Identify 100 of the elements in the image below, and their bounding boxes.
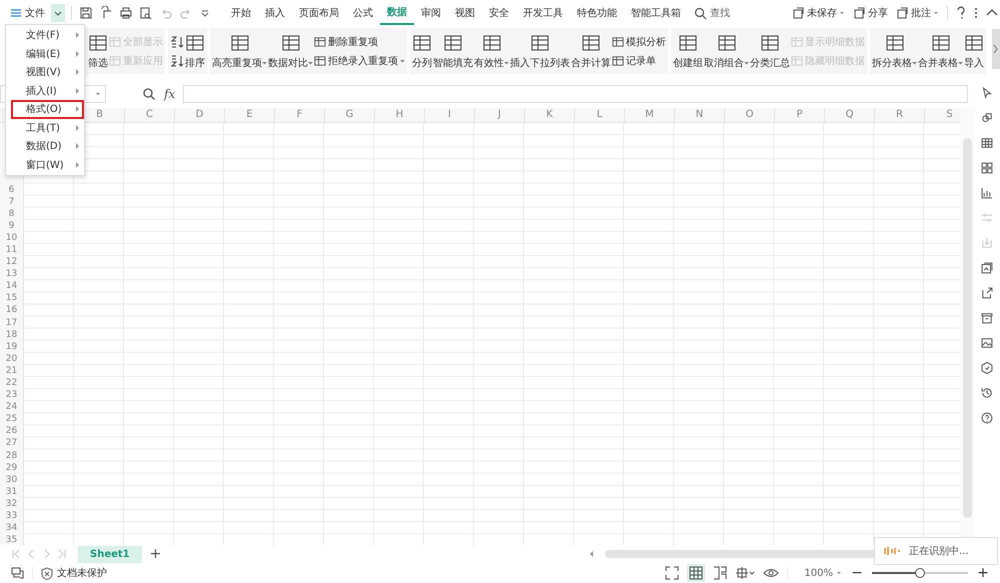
column-header[interactable]: I — [424, 108, 474, 122]
menu-item[interactable]: 数据(D) — [6, 137, 84, 156]
ribbon-button[interactable]: 拆分表格 — [872, 32, 917, 70]
menu-item[interactable]: 编辑(E) — [6, 44, 84, 63]
row-header[interactable]: 23 — [0, 389, 23, 402]
row-header[interactable]: 7 — [0, 196, 23, 208]
function-label[interactable]: fx — [164, 87, 176, 101]
file-menu-button[interactable]: 文件 — [8, 4, 47, 22]
menu-dropdown-button[interactable] — [51, 4, 65, 22]
badge-icon[interactable] — [980, 361, 994, 375]
sort-ascending-icon[interactable] — [170, 34, 184, 48]
row-header[interactable]: 16 — [0, 304, 23, 317]
toolbar-action-button[interactable]: 批注 — [894, 6, 941, 20]
page-break-view-icon[interactable] — [713, 566, 728, 580]
help-icon[interactable] — [980, 411, 994, 425]
column-header[interactable]: L — [574, 108, 624, 122]
archive-icon[interactable] — [980, 311, 994, 325]
zoom-out-button[interactable]: − — [850, 565, 864, 581]
help-icon[interactable] — [955, 6, 967, 20]
zoom-dropdown[interactable]: 100% — [804, 568, 842, 578]
ribbon-tab[interactable]: 智能工具箱 — [624, 1, 688, 25]
ribbon-button[interactable]: 智能填充 — [433, 32, 473, 70]
column-header[interactable]: D — [174, 108, 224, 122]
column-header[interactable]: G — [324, 108, 374, 122]
ribbon-button[interactable]: 筛选 — [88, 32, 108, 70]
row-header[interactable]: 35 — [0, 534, 23, 545]
menu-item[interactable]: 文件(F) — [6, 26, 84, 44]
row-header[interactable]: 18 — [0, 328, 23, 341]
ribbon-button[interactable]: 模拟分析 — [612, 34, 666, 48]
sheet-tab[interactable]: Sheet1 — [78, 546, 142, 562]
row-header[interactable]: 24 — [0, 401, 23, 414]
row-header[interactable]: 20 — [0, 352, 23, 365]
column-header[interactable]: E — [224, 108, 274, 122]
row-header[interactable]: 10 — [0, 232, 23, 244]
row-header[interactable]: 8 — [0, 208, 23, 220]
row-header[interactable]: 26 — [0, 425, 23, 438]
ribbon-tab[interactable]: 公式 — [346, 1, 380, 25]
row-header[interactable]: 17 — [0, 316, 23, 329]
more-icon[interactable] — [973, 6, 979, 20]
row-header[interactable]: 15 — [0, 292, 23, 304]
ribbon-button[interactable]: 高亮重复项 — [212, 32, 267, 70]
shapes-icon[interactable] — [980, 111, 994, 125]
history-icon[interactable] — [980, 386, 994, 400]
column-header[interactable]: Q — [824, 108, 874, 122]
zoom-icon[interactable] — [142, 87, 156, 101]
share-icon[interactable] — [980, 286, 994, 300]
ribbon-button[interactable]: 记录单 — [612, 54, 666, 68]
eye-icon[interactable] — [763, 566, 780, 580]
ribbon-tab[interactable]: 视图 — [448, 1, 482, 25]
toolbar-action-button[interactable]: 未保存 — [790, 6, 847, 20]
row-header[interactable]: 19 — [0, 340, 23, 353]
print-preview-icon[interactable] — [139, 6, 153, 20]
apps-icon[interactable] — [980, 161, 994, 175]
row-header[interactable]: 22 — [0, 377, 23, 390]
ribbon-tab[interactable]: 审阅 — [414, 1, 448, 25]
ribbon-button[interactable]: 删除重复项 — [314, 34, 405, 48]
row-header[interactable]: 27 — [0, 437, 23, 450]
ribbon-button[interactable]: 排序 — [185, 32, 205, 70]
column-header[interactable]: H — [374, 108, 424, 122]
normal-view-icon[interactable] — [687, 564, 706, 582]
cursor-icon[interactable] — [980, 86, 994, 100]
row-header[interactable]: 6 — [0, 184, 23, 196]
column-header[interactable]: O — [724, 108, 774, 122]
row-header[interactable]: 28 — [0, 450, 23, 462]
save-icon[interactable] — [79, 6, 93, 20]
zoom-in-button[interactable]: + — [976, 565, 990, 581]
ribbon-tab[interactable]: 开始 — [224, 1, 258, 25]
fullscreen-icon[interactable] — [665, 566, 680, 580]
chart-icon[interactable] — [980, 186, 994, 200]
ribbon-button[interactable]: 取消组合 — [704, 32, 749, 70]
protection-status[interactable]: 文档未保护 — [41, 566, 107, 580]
menu-item[interactable]: 视图(V) — [6, 63, 84, 82]
ribbon-button[interactable]: 有效性 — [474, 32, 509, 70]
ribbon-tab[interactable]: 页面布局 — [292, 1, 346, 25]
column-header[interactable]: F — [274, 108, 324, 122]
ribbon-scroll-right-icon[interactable] — [992, 29, 1000, 69]
row-header[interactable]: 11 — [0, 244, 23, 256]
image-icon[interactable] — [980, 336, 994, 350]
search-button[interactable]: 查找 — [694, 6, 730, 20]
row-header[interactable]: 21 — [0, 364, 23, 377]
ribbon-tab[interactable]: 开发工具 — [516, 1, 570, 25]
column-header[interactable]: M — [624, 108, 674, 122]
ribbon-button[interactable]: 创建组 — [673, 32, 703, 70]
scroll-left-icon[interactable] — [589, 549, 596, 559]
formula-input[interactable] — [183, 85, 968, 103]
row-header[interactable]: 31 — [0, 486, 23, 498]
row-header[interactable]: 13 — [0, 268, 23, 280]
ribbon-tab[interactable]: 插入 — [258, 1, 292, 25]
row-header[interactable]: 30 — [0, 474, 23, 486]
column-header[interactable]: J — [474, 108, 524, 122]
row-header[interactable]: 34 — [0, 522, 23, 534]
column-header[interactable]: K — [524, 108, 574, 122]
ribbon-button[interactable]: 数据对比 — [268, 32, 313, 70]
print-icon[interactable] — [119, 6, 133, 20]
row-header[interactable]: 9 — [0, 220, 23, 232]
row-header[interactable]: 33 — [0, 510, 23, 522]
column-header[interactable]: R — [874, 108, 924, 122]
ribbon-button[interactable]: 合并计算 — [571, 32, 611, 70]
ribbon-button[interactable]: 导入 — [964, 32, 984, 70]
sort-descending-icon[interactable] — [170, 54, 184, 68]
